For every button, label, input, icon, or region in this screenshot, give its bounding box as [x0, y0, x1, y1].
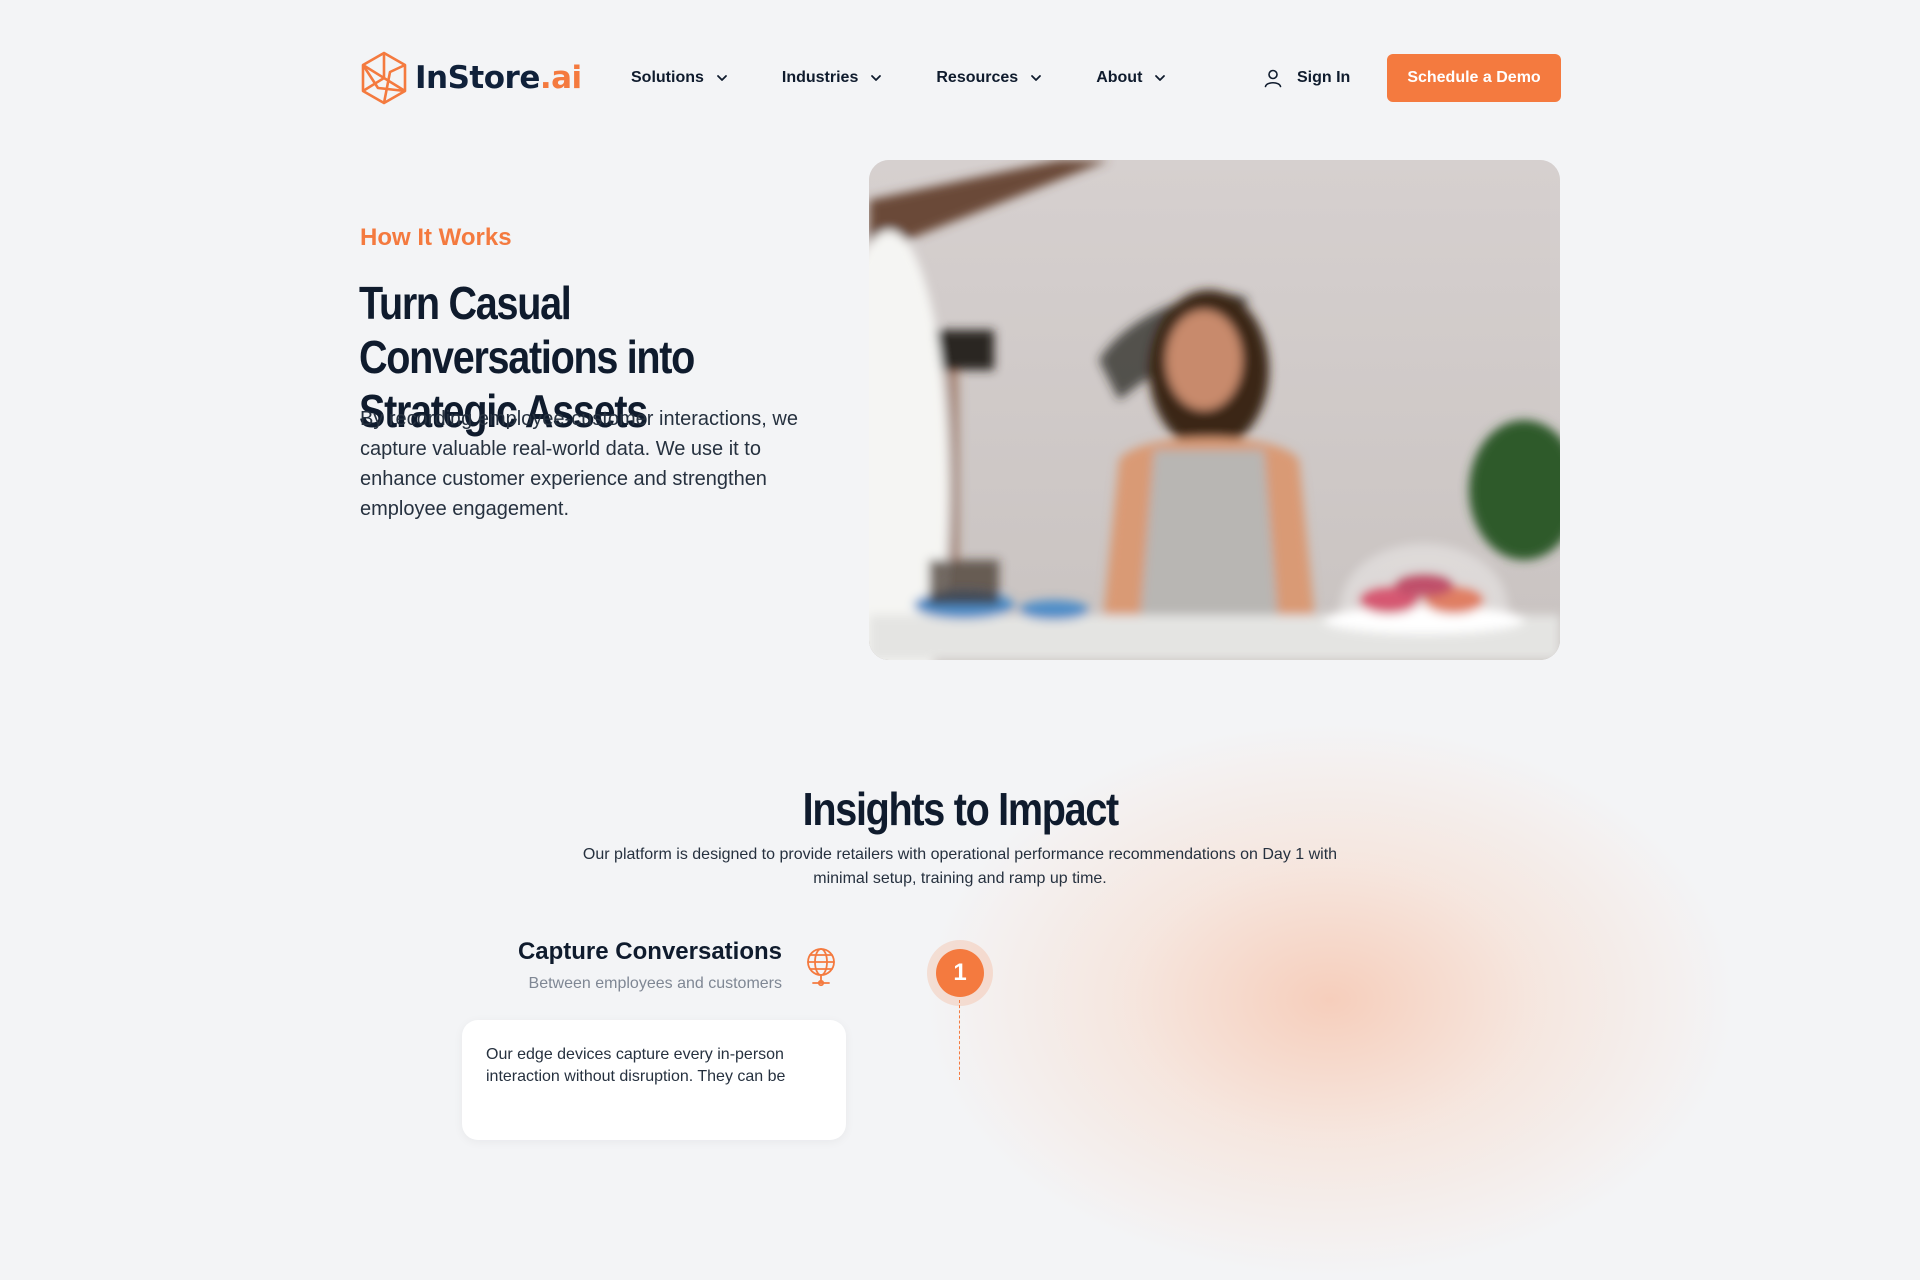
schedule-demo-button[interactable]: Schedule a Demo — [1387, 54, 1561, 102]
globe-pin-icon — [807, 948, 835, 987]
insights-subtitle: Our platform is designed to provide reta… — [582, 846, 1338, 887]
hero-eyebrow: How It Works — [360, 224, 512, 251]
hero-description: By recording employee-customer interacti… — [360, 408, 798, 520]
hero-image — [869, 160, 1560, 660]
main-nav: Solutions Industries Resources About — [631, 50, 1220, 106]
brand-logo[interactable]: InStore .ai — [359, 50, 582, 106]
chevron-down-icon — [871, 75, 882, 81]
nav-resources[interactable]: Resources — [936, 69, 1042, 87]
brand-wordmark: InStore .ai — [415, 60, 582, 96]
step-1-number-badge: 1 — [936, 949, 984, 997]
chevron-down-icon — [1031, 75, 1042, 81]
step-1-subtitle: Between employees and customers — [528, 975, 782, 992]
hero-photo-illustration — [869, 160, 1560, 660]
nav-solutions[interactable]: Solutions — [631, 69, 728, 87]
nav-industries[interactable]: Industries — [782, 69, 882, 87]
nav-industries-label: Industries — [781, 69, 859, 86]
brand-name-main: InStore — [415, 60, 540, 96]
nav-about[interactable]: About — [1096, 69, 1166, 87]
step-1-title: Capture Conversations — [517, 938, 782, 965]
chevron-down-icon — [1155, 75, 1166, 81]
sign-in-label: Sign In — [1297, 69, 1351, 86]
nav-about-label: About — [1096, 69, 1143, 86]
nav-solutions-label: Solutions — [631, 69, 704, 86]
chevron-down-icon — [716, 75, 727, 81]
insights-title: Insights to Impact — [0, 782, 1920, 836]
user-icon — [1264, 69, 1282, 88]
nav-resources-label: Resources — [936, 69, 1019, 86]
site-header: InStore .ai Solutions Industries Resourc… — [359, 50, 1561, 106]
brand-name-accent: .ai — [539, 60, 582, 96]
step-1-card: Our edge devices capture every in-person… — [462, 1020, 846, 1140]
insights-title-text: Insights to Impact — [802, 783, 1119, 835]
sign-in-link[interactable]: Sign In — [1263, 50, 1350, 106]
timeline-connector — [959, 1000, 960, 1080]
hexagon-network-logo-icon — [361, 51, 407, 105]
step-1-card-text: Our edge devices capture every in-person… — [486, 1046, 786, 1085]
